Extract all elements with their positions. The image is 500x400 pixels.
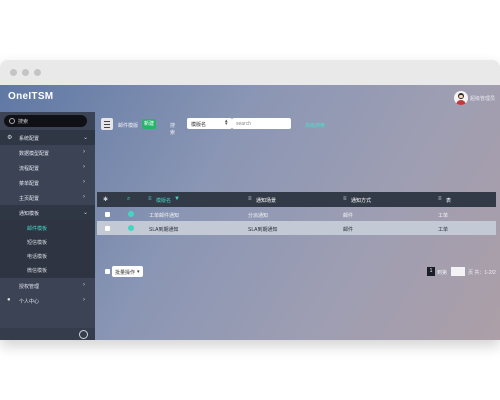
current-page[interactable]: 1 [427, 267, 435, 276]
sidebar-item-personal-center[interactable]: ● 个人中心 › [0, 293, 95, 308]
cell-template-name: SLA到期通知 [149, 227, 179, 233]
sort-down-icon[interactable]: ▼ [174, 196, 180, 202]
column-header-template-name[interactable]: 模版名 [156, 197, 171, 204]
list-icon: ≡ [438, 196, 442, 202]
cell-scene: SLA到期通知 [248, 227, 278, 233]
sidebar-item-label: 通知模板 [19, 211, 40, 217]
sidebar-item-workflow[interactable]: 流程配置 › [0, 160, 95, 175]
page-total: 共：1-2/2 [474, 270, 496, 276]
chevron-right-icon: › [83, 297, 85, 303]
batch-actions-dropdown[interactable]: 批量操作 ▾ [112, 266, 143, 277]
sidebar-item-label: 数据模型配置 [19, 151, 50, 157]
info-icon[interactable] [128, 211, 134, 217]
select-arrows-icon: ▴ ▾ [225, 118, 228, 127]
column-header-table[interactable]: 表 [446, 197, 451, 204]
chevron-right-icon: › [83, 149, 85, 155]
list-icon: ≡ [343, 196, 347, 202]
sidebar-item-label: 授权管理 [19, 284, 40, 290]
notification-submenu: 邮件模板 短信模板 电话模板 微信模板 [0, 220, 95, 278]
batch-actions-label: 批量操作 [115, 270, 136, 276]
page-jump-label: 到第 [437, 270, 448, 276]
chevron-down-icon: ⌄ [83, 210, 89, 216]
row-checkbox[interactable] [105, 226, 110, 231]
cell-method: 邮件 [343, 213, 354, 219]
user-name[interactable]: 超级管理员 [470, 95, 495, 102]
chevron-down-icon: ⌄ [83, 135, 89, 141]
sidebar-subitem-email-template[interactable]: 邮件模板 [0, 220, 95, 234]
sidebar-item-system-config[interactable]: ⚙ 系统配置 ⌄ [0, 130, 95, 145]
settings-icon[interactable] [79, 330, 88, 339]
app-area: OneITSM 超级管理员 搜索 ⚙ 系统配置 ⌄ 数据模型配置 › 流程配置 [0, 85, 500, 340]
table-header: ✱ ⌕ ≡ 模版名 ▼ ≡ 通知场景 ≡ 通知方式 ≡ 表 [97, 192, 496, 207]
advanced-search-link[interactable]: 高级搜索 [305, 122, 325, 129]
page-jump-input[interactable] [451, 267, 465, 276]
sidebar-item-label: 系统配置 [19, 136, 40, 142]
select-all-checkbox[interactable] [105, 269, 110, 274]
chevron-right-icon: › [83, 164, 85, 170]
info-icon[interactable] [128, 225, 134, 231]
window-dot-3[interactable] [34, 69, 41, 76]
sidebar-subitem-wechat-template[interactable]: 微信模板 [0, 262, 95, 276]
browser-window: OneITSM 超级管理员 搜索 ⚙ 系统配置 ⌄ 数据模型配置 › 流程配置 [0, 60, 500, 340]
menu-toggle-button[interactable] [101, 118, 113, 130]
user-avatar[interactable] [454, 91, 468, 105]
table-footer: 批量操作 ▾ 1 到第 页 共：1-2/2 [97, 262, 496, 282]
chevron-right-icon: › [83, 194, 85, 200]
list-icon: ≡ [248, 196, 252, 202]
page-suffix: 页 [468, 270, 474, 276]
sidebar-item-data-model[interactable]: 数据模型配置 › [0, 145, 95, 160]
chevron-right-icon: › [83, 179, 85, 185]
row-checkbox[interactable] [105, 212, 110, 217]
top-bar: OneITSM 超级管理员 [0, 85, 500, 112]
gear-icon[interactable]: ✱ [103, 196, 108, 203]
settings-icon: ⚙ [7, 135, 13, 141]
page-title: 邮件模版 [118, 123, 139, 129]
sidebar-item-label: 主页配置 [19, 196, 40, 202]
new-button[interactable]: 新建 [142, 119, 156, 129]
sidebar-item-authorization[interactable]: 授权管理 › [0, 278, 95, 293]
select-value: 模版名 [191, 122, 207, 128]
cell-table: 工单 [438, 213, 449, 219]
table-row[interactable]: SLA到期通知 SLA到期通知 邮件 工单 [97, 221, 496, 235]
caret-down-icon: ▾ [137, 269, 140, 275]
column-header-method[interactable]: 通知方式 [351, 197, 371, 204]
search-input[interactable] [232, 118, 291, 129]
window-titlebar [0, 60, 500, 85]
cell-template-name: 工单邮件通知 [149, 213, 180, 219]
list-icon: ≡ [148, 196, 152, 202]
search-icon[interactable]: ⌕ [127, 196, 130, 203]
app-logo[interactable]: OneITSM [8, 91, 53, 102]
sidebar-item-notification-templates[interactable]: 通知模板 ⌄ [0, 205, 95, 220]
sidebar-search-placeholder: 搜索 [18, 119, 29, 125]
column-header-scene[interactable]: 通知场景 [256, 197, 276, 204]
sidebar-search-input[interactable]: 搜索 [4, 115, 87, 127]
sidebar-footer [0, 328, 95, 340]
table-row[interactable]: 工单邮件通知 分派通知 邮件 工单 [97, 207, 496, 221]
cell-table: 工单 [438, 227, 449, 233]
sidebar-subitem-phone-template[interactable]: 电话模板 [0, 248, 95, 262]
search-label: 搜索 [170, 123, 176, 136]
cell-scene: 分派通知 [248, 213, 269, 219]
window-dot-1[interactable] [10, 69, 17, 76]
sidebar: 搜索 ⚙ 系统配置 ⌄ 数据模型配置 › 流程配置 › 菜单配置 › 主页配置 … [0, 112, 95, 340]
sidebar-item-label: 菜单配置 [19, 181, 40, 187]
sidebar-item-home-config[interactable]: 主页配置 › [0, 190, 95, 205]
user-icon: ● [7, 297, 11, 303]
chevron-right-icon: › [83, 282, 85, 288]
sidebar-item-menu-config[interactable]: 菜单配置 › [0, 175, 95, 190]
sidebar-subitem-sms-template[interactable]: 短信模板 [0, 234, 95, 248]
search-icon [9, 118, 15, 124]
sidebar-item-label: 流程配置 [19, 166, 40, 172]
sidebar-item-label: 个人中心 [19, 299, 40, 305]
window-dot-2[interactable] [22, 69, 29, 76]
search-field-select[interactable]: 模版名 ▴ ▾ [187, 118, 232, 129]
cell-method: 邮件 [343, 227, 354, 233]
